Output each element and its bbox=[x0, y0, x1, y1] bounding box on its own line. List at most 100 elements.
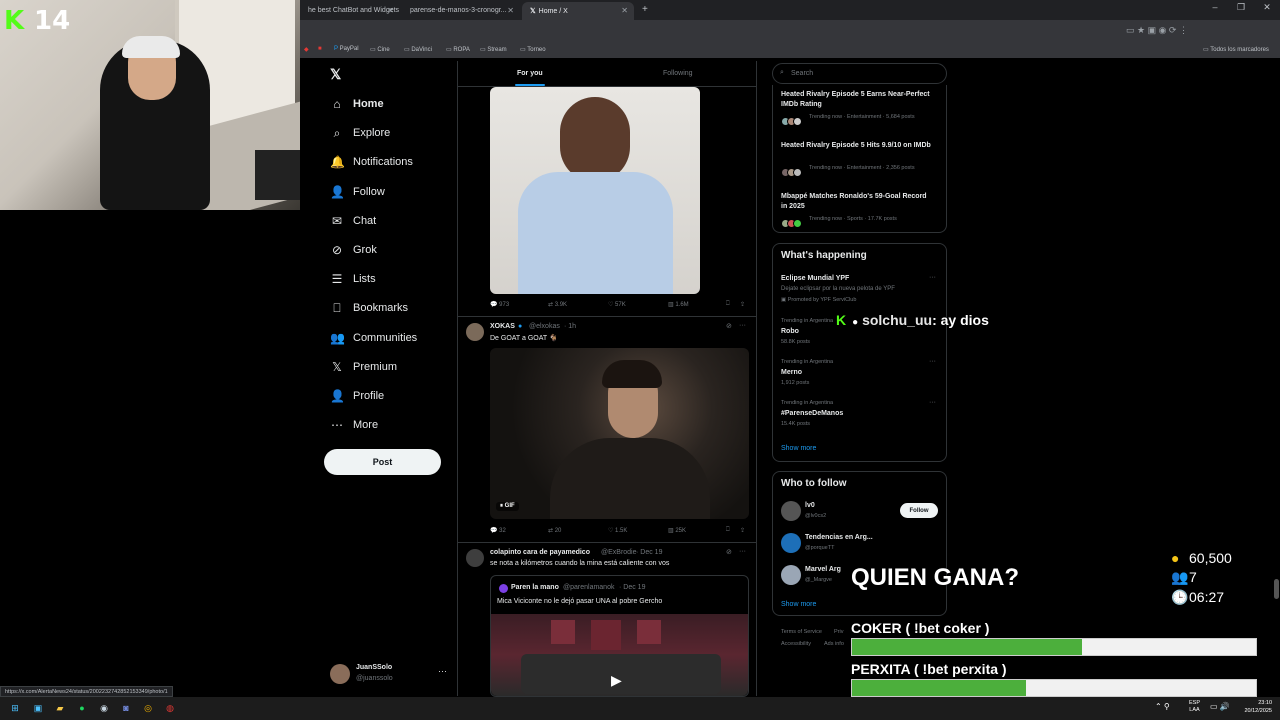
browser-tab[interactable]: he best ChatBot and Widgets ✕ bbox=[300, 2, 400, 20]
trend-title[interactable]: Merno bbox=[781, 369, 802, 376]
close-tab-icon[interactable]: ✕ bbox=[621, 6, 628, 15]
trend-title[interactable]: Heated Rivalry Episode 5 Hits 9.9/10 on … bbox=[781, 141, 931, 151]
footer-link-terms[interactable]: Terms of Service bbox=[781, 629, 822, 635]
tweet-handle[interactable]: @elxokas bbox=[529, 323, 560, 330]
browser-tab-active[interactable]: 𝕏 Home / X ✕ bbox=[522, 2, 634, 20]
quote-video[interactable]: ▶ bbox=[491, 614, 748, 696]
sidebar-item-explore[interactable]: ⌕ Explore bbox=[330, 123, 391, 143]
browser-toolbar-icons[interactable]: ▭ ★ ▣ ◉ ⟳ ⋮ bbox=[1126, 25, 1188, 36]
show-more-link[interactable]: Show more bbox=[781, 445, 816, 452]
bookmark-paypal[interactable]: P PayPal bbox=[334, 46, 359, 52]
sidebar-item-more[interactable]: ⋯ More bbox=[330, 415, 378, 435]
follow-name[interactable]: lv0 bbox=[805, 502, 815, 509]
steam-icon[interactable]: ◉ bbox=[97, 701, 111, 715]
all-bookmarks[interactable]: ▭ Todos los marcadores bbox=[1203, 46, 1269, 53]
reply-button[interactable]: 💬 32 bbox=[490, 527, 506, 534]
like-button[interactable]: ♡ 1.5K bbox=[608, 527, 627, 534]
tweet-more-icon[interactable]: ··· bbox=[739, 322, 746, 329]
retweet-button[interactable]: ⇄ 20 bbox=[548, 527, 561, 534]
post-button[interactable]: Post bbox=[324, 449, 441, 475]
more-icon[interactable]: ··· bbox=[929, 274, 936, 281]
footer-link-privacy[interactable]: Priv bbox=[834, 629, 843, 635]
tweet-image[interactable] bbox=[490, 87, 700, 294]
quote-tweet[interactable]: Paren la mano @parenlamanok · Dec 19 Mic… bbox=[490, 575, 749, 697]
bookmark-icon-red2[interactable]: ■ bbox=[318, 46, 322, 52]
sidebar-item-follow[interactable]: 👤 Follow bbox=[330, 182, 385, 202]
account-switcher[interactable]: JuanSSolo @juanssolo ··· bbox=[330, 662, 450, 686]
task-view-icon[interactable]: ▣ bbox=[31, 701, 45, 715]
follow-name[interactable]: Marvel Arg bbox=[805, 566, 841, 573]
bookmark-tweet-icon[interactable]: ⎕ bbox=[726, 527, 730, 534]
language-indicator[interactable]: ESP LAA bbox=[1189, 700, 1200, 714]
views-button[interactable]: ▥ 25K bbox=[668, 527, 686, 534]
grok-icon[interactable]: ⊘ bbox=[726, 548, 732, 556]
avatar[interactable] bbox=[466, 549, 484, 567]
grok-icon[interactable]: ⊘ bbox=[726, 322, 732, 330]
follow-name[interactable]: Tendencias en Arg... bbox=[805, 534, 873, 541]
trend-title[interactable]: Robo bbox=[781, 328, 799, 335]
spotify-icon[interactable]: ● bbox=[75, 701, 89, 715]
discord-icon[interactable]: ◙ bbox=[119, 701, 133, 715]
tweet-author-name[interactable]: colapinto cara de payamedico bbox=[490, 549, 590, 556]
retweet-button[interactable]: ⇄ 3.9K bbox=[548, 301, 567, 308]
maximize-button[interactable]: ❐ bbox=[1228, 2, 1254, 13]
network-volume-icons[interactable]: ▭ 🔊 bbox=[1210, 702, 1230, 711]
gif-badge[interactable]: ⏸ GIF bbox=[496, 502, 519, 511]
obs-icon[interactable]: ◍ bbox=[163, 701, 177, 715]
tweet-author-name[interactable]: XOKAS bbox=[490, 323, 515, 330]
browser-tab[interactable]: parense-de-manos-3-cronogr... ✕ bbox=[402, 2, 520, 20]
views-button[interactable]: ▥ 1.6M bbox=[668, 301, 689, 308]
footer-link-ads[interactable]: Ads info bbox=[824, 641, 844, 647]
promo-title[interactable]: Eclipse Mundial YPF bbox=[781, 275, 849, 282]
bookmark-folder[interactable]: ▭ Cine bbox=[370, 46, 390, 53]
sidebar-item-communities[interactable]: 👥 Communities bbox=[330, 328, 417, 348]
show-more-link[interactable]: Show more bbox=[781, 601, 816, 608]
bookmark-tweet-icon[interactable]: ⎕ bbox=[726, 301, 730, 308]
close-tab-icon[interactable]: ✕ bbox=[387, 6, 394, 15]
windows-start-icon[interactable]: ⊞ bbox=[8, 701, 22, 715]
scrollbar[interactable] bbox=[1273, 61, 1280, 697]
close-window-button[interactable]: ✕ bbox=[1254, 2, 1280, 13]
follow-button[interactable]: Follow bbox=[900, 503, 938, 518]
reply-button[interactable]: 💬 973 bbox=[490, 301, 509, 308]
trend-title[interactable]: Heated Rivalry Episode 5 Earns Near-Perf… bbox=[781, 90, 931, 110]
sidebar-item-premium[interactable]: 𝕏 Premium bbox=[330, 357, 397, 377]
tweet-handle[interactable]: @ExBrodie bbox=[601, 549, 637, 556]
avatar[interactable] bbox=[781, 533, 801, 553]
more-icon[interactable]: ··· bbox=[929, 399, 936, 406]
sidebar-item-grok[interactable]: ⊘ Grok bbox=[330, 240, 377, 260]
sidebar-item-profile[interactable]: 👤 Profile bbox=[330, 386, 384, 406]
bookmark-icon-red[interactable]: ◆ bbox=[304, 46, 309, 53]
trend-title[interactable]: #ParenseDeManos bbox=[781, 410, 843, 417]
file-explorer-icon[interactable]: ▰ bbox=[53, 701, 67, 715]
account-menu-icon[interactable]: ··· bbox=[438, 666, 447, 676]
bookmark-folder[interactable]: ▭ Torneo bbox=[520, 46, 546, 53]
play-icon[interactable]: ▶ bbox=[611, 672, 622, 689]
chrome-icon[interactable]: ◎ bbox=[141, 701, 155, 715]
bookmark-folder[interactable]: ▭ Stream bbox=[480, 46, 507, 53]
bookmark-folder[interactable]: ▭ ROPA bbox=[446, 46, 470, 53]
sidebar-item-home[interactable]: ⌂ Home bbox=[330, 94, 383, 114]
avatar[interactable] bbox=[781, 501, 801, 521]
tray-icons[interactable]: ⌃ ⚲ bbox=[1155, 702, 1170, 711]
avatar[interactable] bbox=[781, 565, 801, 585]
bookmark-folder[interactable]: ▭ DaVinci bbox=[404, 46, 432, 53]
tab-for-you[interactable]: For you bbox=[517, 70, 543, 77]
tab-following[interactable]: Following bbox=[663, 70, 693, 77]
x-logo-icon[interactable]: 𝕏 bbox=[330, 66, 341, 83]
share-icon[interactable]: ⇪ bbox=[740, 527, 745, 534]
search-input[interactable]: ⌕ Search bbox=[772, 63, 947, 84]
more-icon[interactable]: ··· bbox=[929, 358, 936, 365]
tweet-more-icon[interactable]: ··· bbox=[739, 548, 746, 555]
sidebar-item-bookmarks[interactable]: ⎕ Bookmarks bbox=[330, 298, 408, 318]
sidebar-item-lists[interactable]: ☰ Lists bbox=[330, 269, 376, 289]
clock[interactable]: 23:10 20/12/2025 bbox=[1244, 699, 1272, 715]
footer-link-accessibility[interactable]: Accessibility bbox=[781, 641, 811, 647]
share-icon[interactable]: ⇪ bbox=[740, 301, 745, 308]
scrollbar-thumb[interactable] bbox=[1274, 579, 1279, 599]
avatar[interactable] bbox=[466, 323, 484, 341]
close-tab-icon[interactable]: ✕ bbox=[507, 6, 514, 15]
tweet-gif[interactable]: ⏸ GIF bbox=[490, 348, 749, 519]
like-button[interactable]: ♡ 57K bbox=[608, 301, 626, 308]
new-tab-button[interactable]: + bbox=[638, 2, 656, 20]
